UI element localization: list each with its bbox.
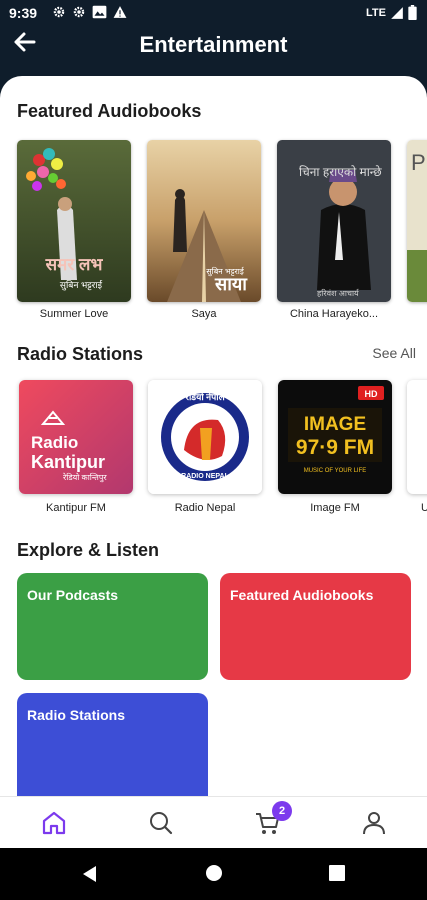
book-cover-title: P xyxy=(411,150,426,175)
network-type: LTE xyxy=(366,6,386,19)
status-time: 9:39 xyxy=(9,5,38,21)
station-logo-line2: Kantipur xyxy=(31,452,105,472)
station-logo-tag: HD xyxy=(365,389,378,399)
book-cover-author: हरिवंश आचार्य xyxy=(317,288,360,298)
station-name: Image FM xyxy=(310,502,360,514)
nav-home[interactable] xyxy=(40,809,70,839)
station-card[interactable]: U xyxy=(407,380,427,514)
tile-label: Radio Stations xyxy=(27,707,126,723)
nav-search[interactable] xyxy=(147,809,177,839)
bottom-nav: 2 xyxy=(0,796,427,848)
nav-cart[interactable]: 2 xyxy=(254,801,292,839)
see-all-link[interactable]: See All xyxy=(372,345,416,361)
signal-icon xyxy=(391,6,403,19)
tile-radio-stations[interactable]: Radio Stations xyxy=(17,693,208,796)
warning-icon xyxy=(113,6,127,18)
system-nav-bar xyxy=(0,848,427,900)
book-card[interactable]: समर लभ सुबिन भट्टराई Summer Love xyxy=(17,140,131,320)
station-logo-sub: रेडियो कान्तिपुर xyxy=(62,472,107,483)
book-cover: P xyxy=(407,140,427,302)
station-logo: रेडियो नेपाल RADIO NEPAL xyxy=(148,380,262,494)
settings-icon xyxy=(53,6,65,18)
station-logo-line1: IMAGE xyxy=(304,414,366,435)
book-title: China Harayeko... xyxy=(289,308,379,320)
station-logo-top: रेडियो नेपाल xyxy=(184,391,225,402)
station-logo-line2: 97·9 FM xyxy=(296,436,374,459)
book-cover-title: समर लभ xyxy=(45,255,104,274)
book-card[interactable]: चिना हराएको मान्छे हरिवंश आचार्य China H… xyxy=(277,140,391,320)
station-card[interactable]: रेडियो नेपाल RADIO NEPAL Radio Nepal xyxy=(148,380,262,514)
station-name: Kantipur FM xyxy=(46,502,106,514)
book-cover: समर लभ सुबिन भट्टराई xyxy=(17,140,131,302)
book-cover-title: चिना हराएको मान्छे xyxy=(299,165,382,179)
content-sheet: Featured Audiobooks समर लभ सुबिन भट्टराई… xyxy=(0,76,427,796)
station-logo: Radio Kantipur रेडियो कान्तिपुर xyxy=(19,380,133,494)
book-card[interactable]: साया सुबिन भट्टराई Saya xyxy=(147,140,261,320)
tile-featured-audiobooks[interactable]: Featured Audiobooks xyxy=(220,573,411,680)
cart-badge: 2 xyxy=(272,801,292,821)
station-logo-sub: MUSIC OF YOUR LIFE xyxy=(304,468,367,474)
status-system-icons: LTE xyxy=(366,5,417,20)
settings-icon xyxy=(73,6,85,18)
section-title-radio: Radio Stations xyxy=(17,344,144,364)
tile-label: Featured Audiobooks xyxy=(230,587,374,603)
tile-our-podcasts[interactable]: Our Podcasts xyxy=(17,573,208,680)
station-name: Radio Nepal xyxy=(174,502,236,514)
station-logo xyxy=(407,380,427,494)
book-cover-author: सुबिन भट्टराई xyxy=(60,279,103,291)
book-card[interactable]: P xyxy=(407,140,427,308)
book-cover: चिना हराएको मान्छे हरिवंश आचार्य xyxy=(277,140,391,302)
overview-square-icon[interactable] xyxy=(328,864,346,882)
image-icon xyxy=(92,5,107,19)
book-cover-title: साया xyxy=(214,274,248,294)
back-triangle-icon[interactable] xyxy=(80,864,100,884)
status-notification-icons xyxy=(52,5,127,19)
station-card[interactable]: HD IMAGE 97·9 FM MUSIC OF YOUR LIFE Imag… xyxy=(278,380,392,514)
status-bar: 9:39 LTE xyxy=(0,0,427,28)
station-logo-line1: Radio xyxy=(31,433,78,452)
home-circle-icon[interactable] xyxy=(205,864,223,882)
search-icon xyxy=(150,812,173,835)
station-logo: HD IMAGE 97·9 FM MUSIC OF YOUR LIFE xyxy=(278,380,392,494)
station-logo-bottom: RADIO NEPAL xyxy=(181,473,229,480)
book-cover-author: सुबिन भट्टराई xyxy=(206,266,245,277)
profile-icon xyxy=(363,812,385,835)
book-title: Saya xyxy=(191,308,217,320)
station-card[interactable]: Radio Kantipur रेडियो कान्तिपुर Kantipur… xyxy=(19,380,133,514)
book-title: Summer Love xyxy=(39,308,109,320)
page-title: Entertainment xyxy=(139,32,288,57)
battery-icon xyxy=(408,5,417,20)
home-icon xyxy=(42,811,66,835)
nav-profile[interactable] xyxy=(360,809,390,839)
book-cover: साया सुबिन भट्टराई xyxy=(147,140,261,302)
tile-label: Our Podcasts xyxy=(27,587,119,603)
station-name: U xyxy=(421,502,427,514)
section-title-featured: Featured Audiobooks xyxy=(17,101,202,121)
section-title-explore: Explore & Listen xyxy=(17,540,160,560)
